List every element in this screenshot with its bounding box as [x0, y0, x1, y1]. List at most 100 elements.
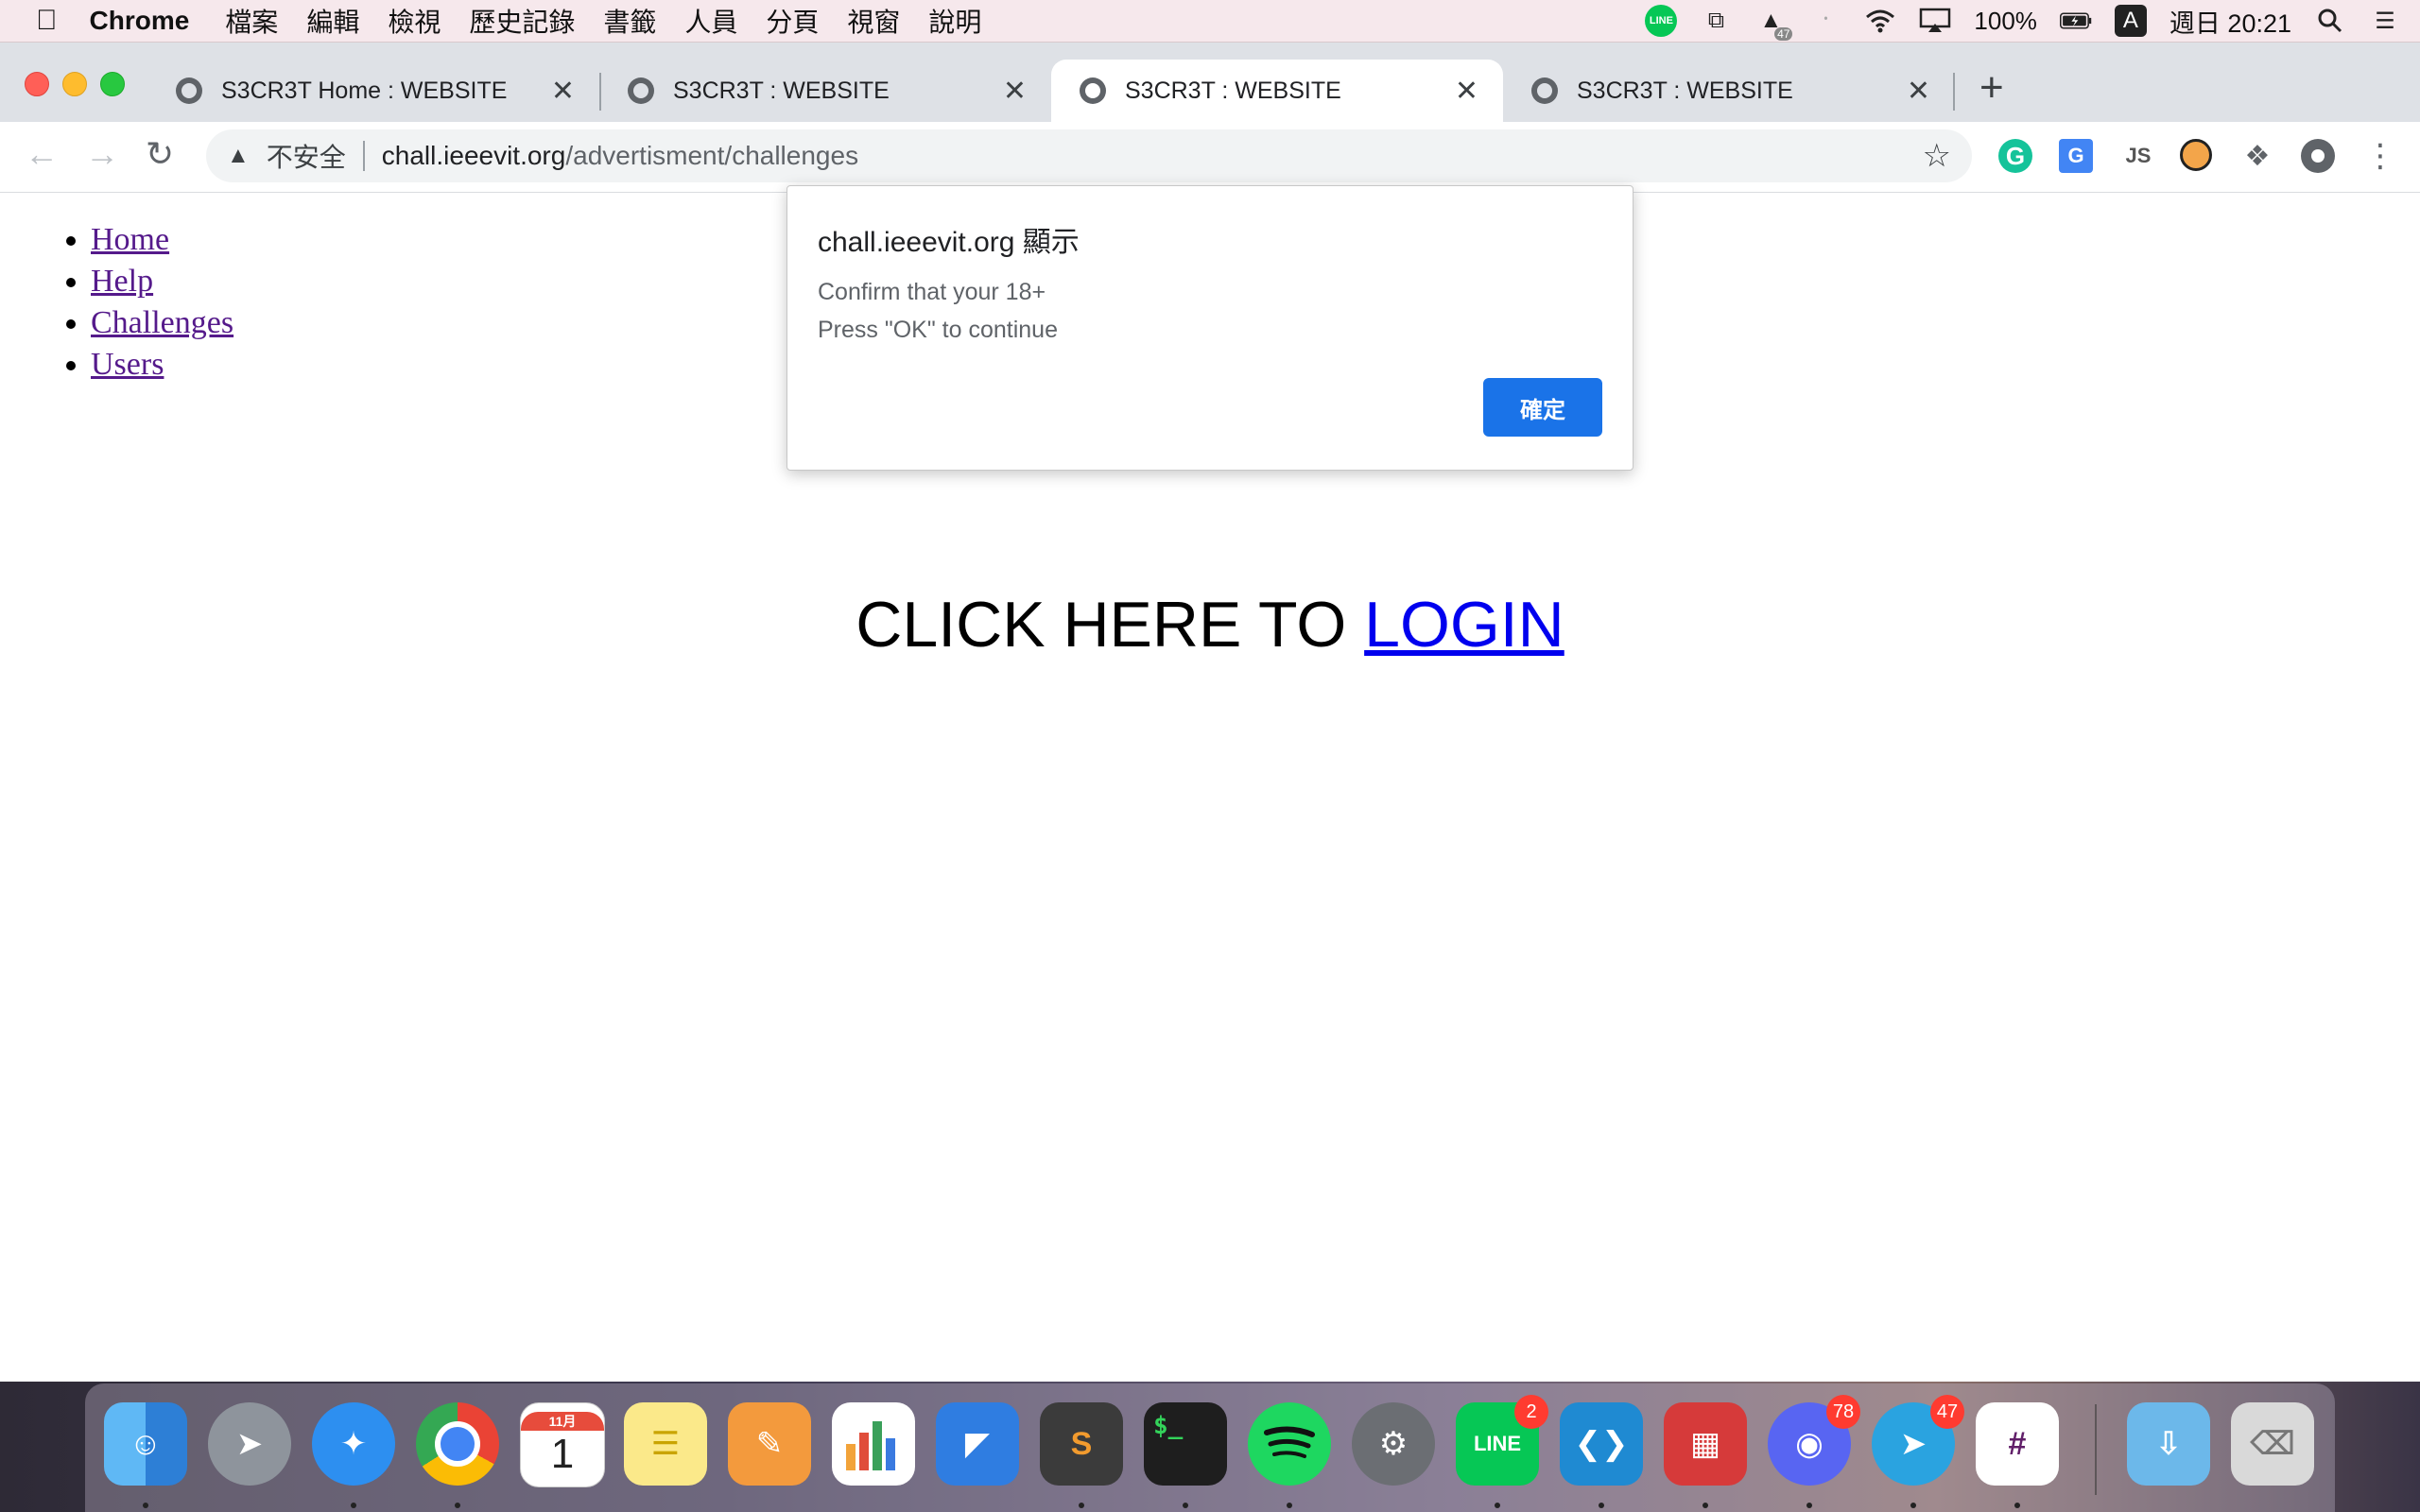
apple-icon[interactable]: 	[36, 5, 58, 37]
globe-icon	[628, 77, 654, 104]
line-tray-icon[interactable]: LINE	[1645, 5, 1678, 37]
menu-help[interactable]: 說明	[928, 2, 981, 40]
chrome-icon[interactable]	[416, 1402, 499, 1486]
tab-close-icon[interactable]: ✕	[551, 75, 575, 108]
tab-close-icon[interactable]: ✕	[1003, 75, 1027, 108]
vscode-icon[interactable]: ❮❯	[1560, 1402, 1643, 1486]
browser-toolbar: ← → ↻ ▲ 不安全 chall.ieeevit.org /advertism…	[0, 122, 2420, 193]
running-indicator	[2014, 1503, 2020, 1508]
calendar-icon[interactable]: 11月 1	[520, 1402, 605, 1487]
calendar-day: 1	[550, 1431, 575, 1477]
sublime-text-icon[interactable]: S	[1040, 1402, 1123, 1486]
spotlight-search-icon[interactable]	[2314, 5, 2346, 37]
login-link[interactable]: LOGIN	[1364, 589, 1564, 661]
terminal-icon[interactable]: $_	[1144, 1402, 1227, 1486]
menu-tab[interactable]: 分頁	[766, 2, 819, 40]
tab-separator	[1953, 73, 1955, 111]
chrome-center-dot	[435, 1421, 480, 1467]
nav-list-item: Users	[91, 344, 233, 386]
tab-s3cr3t-home[interactable]: S3CR3T Home : WEBSITE ✕	[147, 60, 599, 122]
menu-file[interactable]: 檔案	[225, 2, 278, 40]
running-indicator	[351, 1503, 356, 1508]
launchpad-rocket-icon[interactable]: ➤	[208, 1402, 291, 1486]
reload-icon[interactable]: ↻	[146, 135, 174, 173]
menu-history[interactable]: 歷史記錄	[469, 2, 575, 40]
nav-list-item: Help	[91, 261, 233, 302]
url-host: chall.ieeevit.org	[381, 141, 566, 170]
dialog-origin-title: chall.ieeevit.org 顯示	[818, 227, 1080, 258]
safari-compass-icon[interactable]: ✦	[312, 1402, 395, 1486]
notes-icon[interactable]: ☰	[624, 1402, 707, 1486]
globe-icon	[176, 77, 202, 104]
extensions-puzzle-icon[interactable]: ❖	[2240, 139, 2274, 173]
address-bar[interactable]: ▲ 不安全 chall.ieeevit.org /advertisment/ch…	[206, 129, 1972, 182]
menu-edit[interactable]: 編輯	[306, 2, 359, 40]
alert-dialog: chall.ieeevit.org 顯示 Confirm that your 1…	[786, 185, 1634, 471]
line-unread-badge: 2	[1514, 1395, 1548, 1429]
cta-text: CLICK HERE TO	[856, 589, 1365, 661]
blocker-extension-icon[interactable]	[2180, 139, 2212, 171]
nav-link-challenges[interactable]: Challenges	[91, 305, 233, 340]
grammarly-extension-icon[interactable]: G	[1998, 139, 2032, 173]
keynote-icon[interactable]: ◤	[936, 1402, 1019, 1486]
parallels-icon[interactable]: ▦	[1664, 1402, 1747, 1486]
tab-title: S3CR3T : WEBSITE	[673, 77, 890, 104]
downloads-folder-icon[interactable]: ⇩	[2127, 1402, 2210, 1486]
tab-close-icon[interactable]: ✕	[1455, 75, 1478, 108]
nav-link-help[interactable]: Help	[91, 264, 153, 299]
telegram-icon[interactable]: ➤ 47	[1872, 1395, 1964, 1486]
not-secure-label[interactable]: 不安全	[267, 137, 346, 175]
bookmark-star-icon[interactable]: ☆	[1923, 137, 1951, 175]
google-translate-extension-icon[interactable]: G	[2059, 139, 2093, 173]
running-indicator	[1287, 1503, 1292, 1508]
finder-icon[interactable]: ☺	[104, 1402, 187, 1486]
site-nav-list: Home Help Challenges Users	[53, 219, 233, 386]
trash-icon[interactable]: ⌫	[2231, 1402, 2314, 1486]
warning-triangle-icon[interactable]: ▲	[227, 143, 250, 169]
tab-title: S3CR3T : WEBSITE	[1125, 77, 1341, 104]
app-menu-chrome[interactable]: Chrome	[90, 6, 190, 36]
dialog-message: Confirm that your 18+ Press "OK" to cont…	[818, 273, 1058, 349]
tab-close-icon[interactable]: ✕	[1907, 75, 1930, 108]
dialog-message-line-1: Confirm that your 18+	[818, 279, 1046, 305]
tab-s3cr3t-4[interactable]: S3CR3T : WEBSITE ✕	[1503, 60, 1955, 122]
tab-strip: S3CR3T Home : WEBSITE ✕ S3CR3T : WEBSITE…	[0, 43, 2420, 122]
chrome-menu-kebab-icon[interactable]: ⋮	[2363, 138, 2397, 174]
input-source-icon[interactable]: A	[2114, 5, 2147, 37]
menu-people[interactable]: 人員	[684, 2, 737, 40]
notification-tray-icon[interactable]: ▲ 47	[1754, 5, 1793, 41]
discord-icon[interactable]: ◉ 78	[1768, 1395, 1860, 1486]
pages-icon[interactable]: ✎	[728, 1402, 811, 1486]
window-minimize-button[interactable]	[62, 72, 87, 96]
tab-s3cr3t-2[interactable]: S3CR3T : WEBSITE ✕	[599, 60, 1051, 122]
spotify-icon[interactable]	[1248, 1402, 1331, 1486]
profile-avatar-icon[interactable]	[2301, 139, 2335, 173]
line-app-icon[interactable]: LINE 2	[1456, 1395, 1548, 1486]
notification-center-icon[interactable]: ☰	[2369, 5, 2401, 37]
tab-title: S3CR3T : WEBSITE	[1577, 77, 1793, 104]
system-preferences-gear-icon[interactable]: ⚙	[1352, 1402, 1435, 1486]
dialog-ok-button[interactable]: 確定	[1483, 378, 1602, 437]
window-zoom-button[interactable]	[100, 72, 125, 96]
slack-icon[interactable]: #	[1976, 1402, 2059, 1486]
forward-arrow-icon[interactable]: →	[85, 135, 119, 173]
battery-icon[interactable]	[2059, 5, 2092, 37]
menu-window[interactable]: 視窗	[847, 2, 900, 40]
nav-link-users[interactable]: Users	[91, 347, 164, 382]
running-indicator	[1703, 1503, 1708, 1508]
js-extension-icon[interactable]: JS	[2121, 139, 2155, 173]
tab-s3cr3t-active[interactable]: S3CR3T : WEBSITE ✕	[1051, 60, 1503, 122]
window-close-button[interactable]	[25, 72, 49, 96]
new-tab-plus-icon[interactable]: +	[1979, 67, 2004, 109]
back-arrow-icon[interactable]: ←	[25, 135, 59, 173]
numbers-chart-icon[interactable]	[832, 1402, 915, 1486]
bluetooth-icon[interactable]: ᛫	[1809, 5, 1841, 37]
running-indicator	[1806, 1503, 1812, 1508]
menubar-clock[interactable]: 週日 20:21	[2169, 3, 2291, 40]
menu-bookmarks[interactable]: 書籤	[603, 2, 656, 40]
nav-link-home[interactable]: Home	[91, 222, 169, 257]
airplay-icon[interactable]	[1919, 5, 1951, 37]
menu-view[interactable]: 檢視	[388, 2, 441, 40]
screen-share-icon[interactable]: ⧉	[1700, 5, 1732, 37]
wifi-icon[interactable]	[1864, 5, 1896, 37]
